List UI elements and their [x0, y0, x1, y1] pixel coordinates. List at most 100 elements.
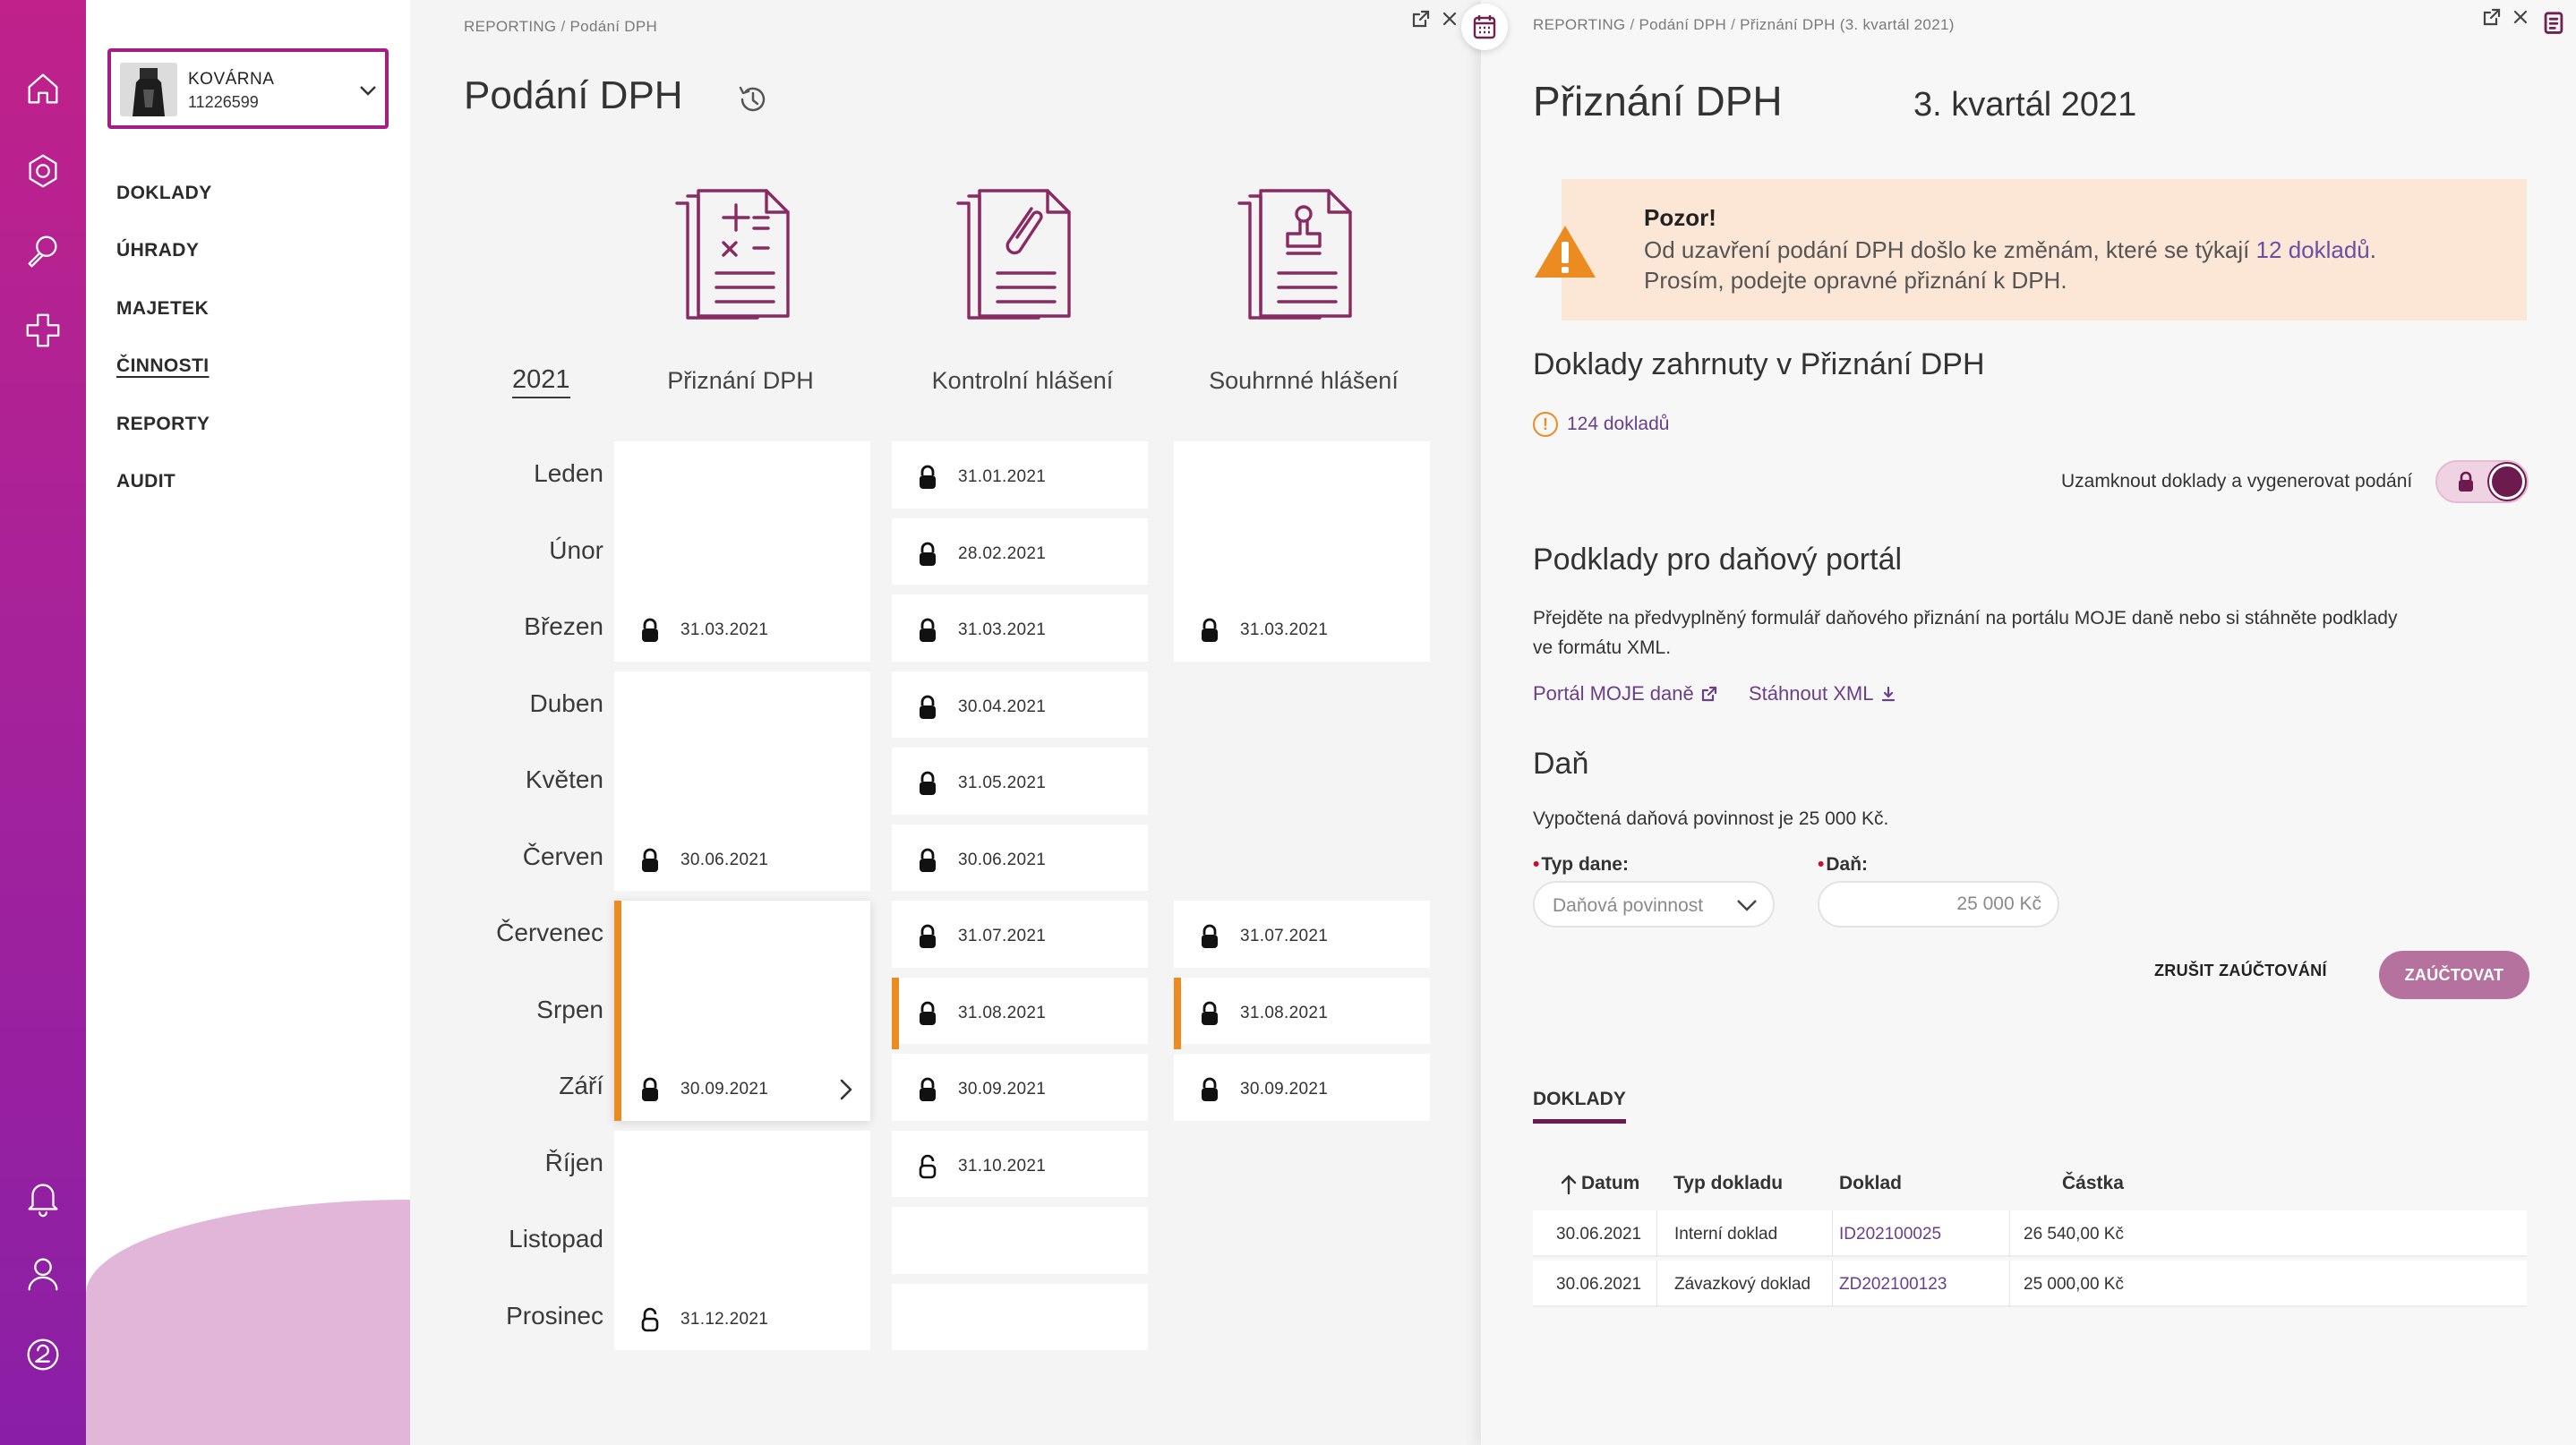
help-icon[interactable]	[21, 1332, 65, 1377]
month-card[interactable]: 31.07.2021	[892, 901, 1148, 968]
column-header-document-type[interactable]: Typ dokladu	[1673, 1173, 1783, 1194]
summary-report-document-icon	[1223, 184, 1375, 327]
breadcrumb: REPORTING / Podání DPH	[464, 18, 658, 35]
calendar-icon[interactable]	[1461, 4, 1508, 50]
month-label: Listopad	[509, 1225, 603, 1253]
column-header-vat-return: Přiznání DPH	[667, 367, 814, 394]
month-label: Červenec	[496, 919, 603, 946]
column-header-amount[interactable]: Částka	[2062, 1173, 2124, 1194]
menu-item-doklady[interactable]: DOKLADY	[116, 183, 212, 204]
documents-count-link[interactable]: ! 124 dokladů	[1533, 412, 1669, 437]
column-header-control-statement: Kontrolní hlášení	[931, 367, 1114, 394]
quarter-card[interactable]: 31.12.2021	[614, 1130, 870, 1350]
filing-date: 30.09.2021	[958, 1080, 1047, 1099]
menu-item-uhrady[interactable]: ÚHRADY	[116, 240, 199, 261]
filing-date: 31.07.2021	[958, 927, 1047, 945]
portal-link[interactable]: Portál MOJE daně	[1533, 682, 1717, 705]
unlock-icon	[639, 1307, 661, 1332]
filing-entry: 31.07.2021	[892, 901, 1148, 972]
lock-icon	[917, 695, 938, 720]
quarter-label: 3. kvartál 2021	[1913, 86, 2137, 124]
tax-amount-input[interactable]	[1818, 881, 2059, 928]
filing-date: 30.06.2021	[680, 850, 769, 869]
history-icon[interactable]	[736, 82, 770, 116]
cell-date: 30.06.2021	[1556, 1275, 1642, 1294]
month-card[interactable]: 31.05.2021	[892, 748, 1148, 815]
empty-month-card[interactable]	[892, 1207, 1148, 1274]
app-rail	[0, 0, 86, 1445]
menu-item-majetek[interactable]: MAJETEK	[116, 298, 209, 320]
changed-documents-link[interactable]: 12 dokladů	[2256, 236, 2370, 263]
cell-document-link[interactable]: ID202100025	[1839, 1225, 1941, 1244]
month-label: Červen	[522, 842, 603, 870]
month-card[interactable]: 30.04.2021	[892, 671, 1148, 738]
filing-entry: 31.12.2021	[614, 1284, 870, 1355]
month-card[interactable]: 30.06.2021	[892, 824, 1148, 891]
filing-entry: 31.10.2021	[892, 1131, 1148, 1202]
column-header-date[interactable]: Datum	[1581, 1173, 1639, 1194]
lock-icon	[917, 465, 938, 490]
company-id: 11226599	[188, 93, 259, 111]
table-row[interactable]: 30.06.2021 Interní doklad ID202100025 26…	[1533, 1210, 2527, 1257]
month-card[interactable]: 31.08.2021	[1174, 977, 1430, 1049]
post-button[interactable]: ZAÚČTOVAT	[2379, 951, 2529, 999]
month-card[interactable]: 31.01.2021	[892, 441, 1148, 509]
company-switcher[interactable]: KOVÁRNA 11226599	[107, 48, 389, 129]
column-header-summary-report: Souhrnné hlášení	[1209, 367, 1399, 394]
quarter-card[interactable]: 30.06.2021	[614, 671, 870, 891]
search-icon[interactable]	[21, 229, 65, 274]
month-card[interactable]: 28.02.2021	[892, 517, 1148, 585]
cell-document-link[interactable]: ZD202100123	[1839, 1275, 1947, 1295]
open-external-icon[interactable]	[1411, 9, 1431, 29]
cancel-posting-button[interactable]: ZRUŠIT ZAÚČTOVÁNÍ	[2154, 962, 2327, 980]
lock-toggle[interactable]	[2435, 460, 2529, 503]
month-card[interactable]: 31.10.2021	[892, 1130, 1148, 1197]
month-label: Duben	[529, 688, 603, 717]
home-icon[interactable]	[21, 66, 65, 111]
table-row[interactable]: 30.06.2021 Závazkový doklad ZD202100123 …	[1533, 1261, 2527, 1307]
quarter-card[interactable]: 31.03.2021	[1174, 441, 1430, 662]
filing-date: 31.03.2021	[680, 620, 769, 639]
breadcrumb-item[interactable]: Podání DPH	[570, 18, 658, 35]
external-link-icon	[1701, 686, 1716, 702]
cell-amount: 26 540,00 Kč	[2024, 1225, 2124, 1244]
tab-documents[interactable]: DOKLADY	[1533, 1089, 1626, 1124]
warning-text: Od uzavření podání DPH došlo ke změnám, …	[1644, 236, 2377, 263]
month-card[interactable]: 30.09.2021	[892, 1054, 1148, 1121]
quarter-card[interactable]: 30.09.2021	[614, 901, 870, 1121]
cross-icon[interactable]	[21, 308, 65, 353]
filing-entry: 30.09.2021	[614, 1054, 870, 1125]
month-card[interactable]: 31.03.2021	[892, 594, 1148, 662]
tax-amount-label: •Daň:	[1818, 854, 1869, 875]
empty-month-card[interactable]	[892, 1283, 1148, 1350]
close-icon[interactable]	[2511, 7, 2530, 27]
filing-date: 31.07.2021	[1240, 927, 1329, 945]
month-card[interactable]: 31.08.2021	[892, 977, 1148, 1049]
breadcrumb-item[interactable]: Podání DPH	[1639, 16, 1727, 33]
user-icon[interactable]	[21, 1252, 65, 1296]
column-header-document[interactable]: Doklad	[1839, 1173, 1902, 1194]
month-card[interactable]: 31.07.2021	[1174, 901, 1430, 968]
year-selector[interactable]: 2021	[512, 365, 570, 398]
close-icon[interactable]	[1440, 9, 1459, 29]
filing-entry: 30.09.2021	[1174, 1054, 1430, 1125]
arrow-up-icon[interactable]	[1560, 1173, 1578, 1196]
download-xml-link[interactable]: Stáhnout XML	[1749, 682, 1896, 705]
filing-date: 31.05.2021	[958, 774, 1047, 792]
quarter-card[interactable]: 31.03.2021	[614, 441, 870, 662]
cell-document-type: Závazkový doklad	[1674, 1275, 1811, 1294]
menu-item-cinnosti[interactable]: ČINNOSTI	[116, 355, 210, 377]
breadcrumb-item[interactable]: REPORTING	[1533, 16, 1625, 33]
menu-item-audit[interactable]: AUDIT	[116, 471, 175, 492]
document-list-icon[interactable]	[2541, 9, 2566, 36]
month-card[interactable]: 30.09.2021	[1174, 1054, 1430, 1121]
filing-date: 31.10.2021	[958, 1156, 1047, 1176]
breadcrumb-item[interactable]: REPORTING	[464, 18, 556, 35]
bell-icon[interactable]	[21, 1175, 65, 1219]
tax-type-select[interactable]: Daňová povinnost	[1533, 881, 1775, 928]
open-external-icon[interactable]	[2482, 7, 2502, 27]
menu-item-reporty[interactable]: REPORTY	[116, 414, 210, 435]
breadcrumb: REPORTING / Podání DPH / Přiznání DPH (3…	[1533, 16, 1955, 33]
hexagon-icon[interactable]	[21, 149, 65, 193]
lock-icon	[1199, 1077, 1220, 1102]
